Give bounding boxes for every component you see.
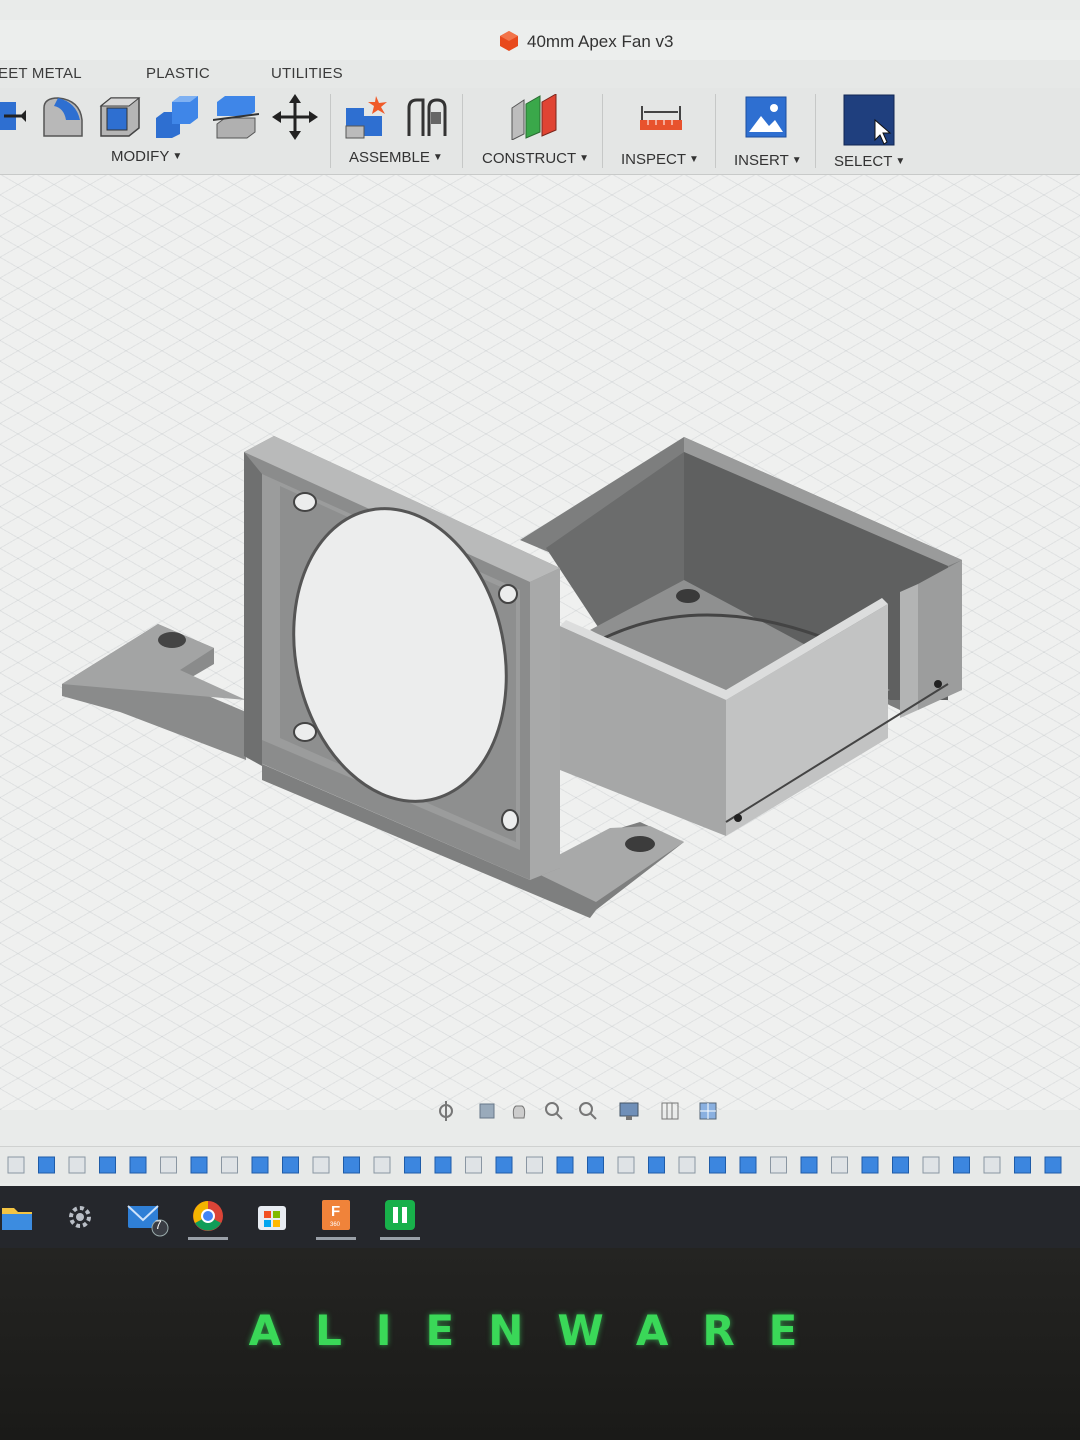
look-at-icon[interactable] — [479, 1103, 495, 1119]
fan-screw-hole — [498, 584, 518, 604]
timeline-feature-body-icon[interactable] — [434, 1156, 452, 1174]
timeline-feature-sketch-icon[interactable] — [68, 1156, 86, 1174]
running-indicator — [380, 1237, 420, 1240]
timeline-feature-sketch-icon[interactable] — [617, 1156, 635, 1174]
chrome-icon — [193, 1201, 223, 1231]
fan-screw-hole — [501, 809, 519, 831]
display-settings-icon[interactable] — [619, 1102, 639, 1120]
running-indicator — [188, 1237, 228, 1240]
store-bag-icon — [258, 1206, 286, 1230]
timeline-feature-body-icon[interactable] — [129, 1156, 147, 1174]
box-screw-hole — [676, 589, 700, 603]
timeline-features[interactable] — [7, 1156, 1062, 1174]
grid-settings-icon[interactable] — [661, 1102, 679, 1120]
box-slot-wall — [900, 584, 918, 718]
timeline-feature-sketch-icon[interactable] — [160, 1156, 177, 1174]
fusion360-button[interactable]: F 360 — [310, 1194, 362, 1240]
base-left-tab-hole — [158, 632, 186, 648]
timeline-feature-sketch-icon[interactable] — [312, 1156, 330, 1174]
box-base-hole — [734, 814, 742, 822]
pan-hand-icon[interactable] — [512, 1105, 526, 1119]
store-button[interactable] — [246, 1194, 298, 1240]
mail-unread-badge: 7 — [155, 1218, 162, 1232]
timeline-feature-sketch-icon[interactable] — [922, 1156, 940, 1174]
timeline-feature-body-icon[interactable] — [800, 1156, 818, 1174]
gear-icon — [69, 1206, 91, 1228]
box-right-face — [918, 560, 962, 710]
timeline-feature-sketch-icon[interactable] — [221, 1156, 238, 1174]
monitor-screen: 40mm Apex Fan v3 EET METAL PLASTIC UTILI… — [0, 0, 1080, 1250]
timeline-feature-body-icon[interactable] — [495, 1156, 513, 1174]
timeline-feature-body-icon[interactable] — [587, 1156, 604, 1174]
running-indicator — [316, 1237, 356, 1240]
timeline-feature-body-icon[interactable] — [953, 1156, 970, 1174]
timeline-feature-sketch-icon[interactable] — [465, 1156, 482, 1174]
green-app-button[interactable] — [374, 1194, 426, 1240]
app-button-gear[interactable] — [54, 1194, 106, 1240]
chrome-button[interactable] — [182, 1194, 234, 1240]
fusion-sub-label: 360 — [330, 1222, 341, 1228]
monitor-brand-logo: ALIENWARE — [248, 1306, 832, 1355]
navigation-bar — [439, 1101, 717, 1121]
timeline-feature-sketch-icon[interactable] — [770, 1156, 787, 1174]
file-explorer-button[interactable] — [0, 1194, 38, 1240]
timeline-feature-body-icon[interactable] — [99, 1156, 116, 1174]
timeline-feature-body-icon[interactable] — [38, 1156, 55, 1174]
timeline-feature-body-icon[interactable] — [282, 1156, 299, 1174]
fan-frame-left-edge — [244, 452, 262, 766]
timeline-feature-body-icon[interactable] — [709, 1156, 726, 1174]
timeline-feature-body-icon[interactable] — [556, 1156, 574, 1174]
mail-button[interactable]: 7 — [120, 1194, 172, 1240]
orbit-icon[interactable] — [439, 1101, 453, 1121]
timeline-feature-body-icon[interactable] — [190, 1156, 208, 1174]
timeline-feature-body-icon[interactable] — [404, 1156, 421, 1174]
base-right-tab-hole — [625, 836, 655, 852]
timeline-bar[interactable] — [0, 1146, 1080, 1183]
timeline-feature-body-icon[interactable] — [892, 1156, 909, 1174]
timeline-feature-sketch-icon[interactable] — [983, 1156, 1001, 1174]
green-app-icon — [385, 1200, 415, 1230]
box-base-hole — [934, 680, 942, 688]
zoom-icon[interactable] — [545, 1102, 563, 1120]
fan-mount-model[interactable] — [0, 0, 1080, 1110]
timeline-feature-body-icon[interactable] — [1014, 1156, 1031, 1174]
windows-taskbar: 7 F 360 — [0, 1186, 1080, 1248]
fusion-letter: F — [331, 1203, 341, 1220]
timeline-feature-sketch-icon[interactable] — [7, 1156, 25, 1174]
timeline-feature-body-icon[interactable] — [251, 1156, 269, 1174]
timeline-feature-sketch-icon[interactable] — [373, 1156, 391, 1174]
fan-frame-right-edge — [530, 568, 560, 880]
timeline-feature-body-icon[interactable] — [1044, 1156, 1062, 1174]
timeline-feature-sketch-icon[interactable] — [526, 1156, 543, 1174]
fit-zoom-icon[interactable] — [579, 1102, 597, 1120]
fan-screw-hole — [293, 492, 317, 512]
timeline-feature-body-icon[interactable] — [343, 1156, 360, 1174]
timeline-feature-sketch-icon[interactable] — [831, 1156, 848, 1174]
fan-screw-hole — [293, 722, 317, 742]
timeline-feature-body-icon[interactable] — [739, 1156, 757, 1174]
viewports-icon[interactable] — [699, 1102, 717, 1120]
mail-icon — [127, 1205, 169, 1237]
timeline-feature-body-icon[interactable] — [861, 1156, 879, 1174]
timeline-feature-body-icon[interactable] — [648, 1156, 665, 1174]
folder-icon — [2, 1208, 32, 1230]
timeline-feature-sketch-icon[interactable] — [678, 1156, 696, 1174]
